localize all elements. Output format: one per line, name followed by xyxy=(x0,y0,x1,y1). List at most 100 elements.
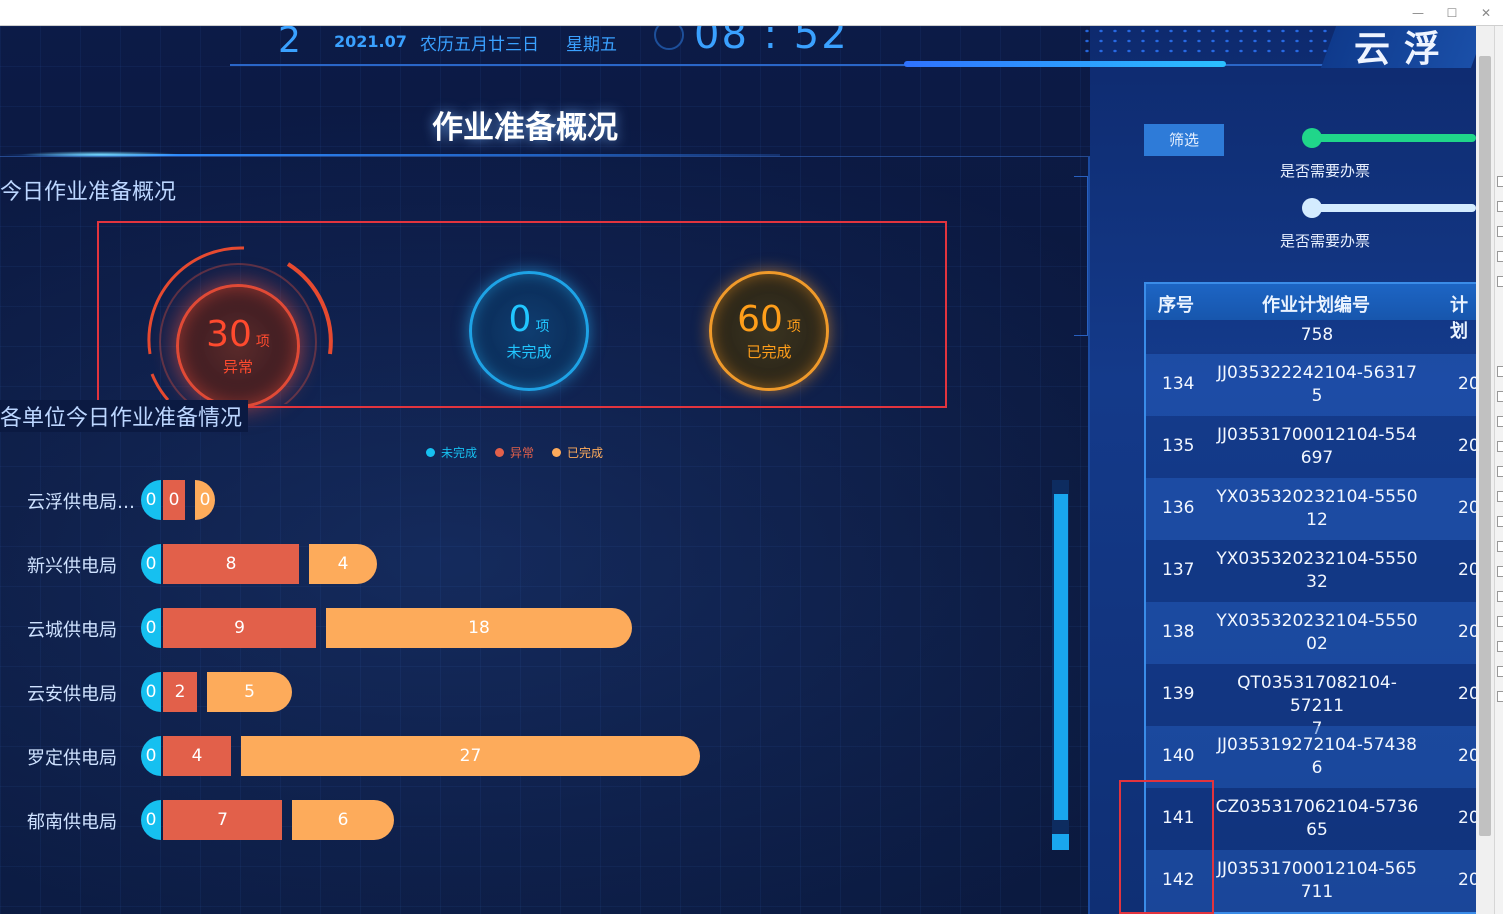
checkbox-icon[interactable] xyxy=(1497,226,1503,237)
table-cell-code: YX035320232104-5550 02 xyxy=(1212,610,1422,656)
checkbox-icon[interactable] xyxy=(1497,251,1503,262)
header-day-number: 2 xyxy=(278,26,301,61)
table-cell-code-line2: 711 xyxy=(1300,882,1334,902)
page-scrollbar-thumb[interactable] xyxy=(1479,56,1491,836)
stat-abnormal-value: 30 xyxy=(206,313,252,355)
bar-segment-completed[interactable]: 5 xyxy=(207,672,292,712)
legend-item[interactable]: 已完成 xyxy=(552,444,603,461)
bar-segment-completed[interactable]: 6 xyxy=(292,800,394,840)
toggle-track-1[interactable] xyxy=(1310,134,1476,142)
table-cell-code: YX035320232104-5550 32 xyxy=(1212,548,1422,594)
table-cell-code: JJ035322242104-56317 5 xyxy=(1212,362,1422,408)
table-row[interactable]: 139QT035317082104-57211720 xyxy=(1146,664,1476,739)
header-dot-pattern xyxy=(1080,26,1330,54)
dashboard-stage: 2 2021.07 农历五月廿三日 星期五 08 : 52 云浮 作业准备概况 … xyxy=(0,26,1476,914)
bar-segment-completed[interactable]: 18 xyxy=(326,608,632,648)
toggle-knob-2[interactable] xyxy=(1302,198,1322,218)
table-row[interactable]: 135 JJ03531700012104-554 697 20 xyxy=(1146,416,1476,478)
bar-segment-incomplete[interactable]: 0 xyxy=(141,672,161,712)
checkbox-icon[interactable] xyxy=(1497,691,1503,702)
table-cell-plan: 20 xyxy=(1458,374,1476,394)
checkbox-icon[interactable] xyxy=(1497,276,1503,287)
page-scrollbar[interactable] xyxy=(1476,26,1494,914)
table-cell-code-line2: 02 xyxy=(1306,634,1328,654)
checkbox-icon[interactable] xyxy=(1497,591,1503,602)
stat-abnormal: 30 项 异常 xyxy=(176,284,300,408)
legend-item[interactable]: 异常 xyxy=(495,444,534,461)
table-cell-code-line1: JJ03531700012104-554 xyxy=(1216,425,1418,445)
bar-segment-incomplete[interactable]: 0 xyxy=(141,608,161,648)
bar-segment-completed[interactable]: 0 xyxy=(195,480,215,520)
checkbox-icon[interactable] xyxy=(1497,391,1503,402)
table-cell-plan: 20 xyxy=(1458,560,1476,580)
chart-scroll-end[interactable] xyxy=(1052,834,1069,850)
checkbox-icon[interactable] xyxy=(1497,366,1503,377)
table-cell-code-line2: 12 xyxy=(1306,510,1328,530)
toggle-track-2[interactable] xyxy=(1310,204,1476,212)
legend-dot-incomplete xyxy=(426,448,435,457)
header-brand: 云浮 xyxy=(1354,29,1455,70)
bar-segment-completed[interactable]: 27 xyxy=(241,736,700,776)
table-header-plan[interactable]: 计划 xyxy=(1450,291,1476,343)
table-row[interactable]: 136 YX035320232104-5550 12 20 xyxy=(1146,478,1476,540)
row-highlight-box xyxy=(1119,780,1214,914)
stat-completed-label: 已完成 xyxy=(746,342,792,361)
legend-label: 未完成 xyxy=(441,446,478,460)
table-row[interactable]: 140 JJ035319272104-57438 6 20 xyxy=(1146,726,1476,788)
checkbox-icon[interactable] xyxy=(1497,201,1503,212)
table-header-code[interactable]: 作业计划编号 xyxy=(1262,291,1370,317)
bar-segment-incomplete[interactable]: 0 xyxy=(141,736,161,776)
bar-segment-completed[interactable]: 4 xyxy=(309,544,377,584)
chart-legend: 未完成 异常 已完成 xyxy=(426,444,603,461)
table-row[interactable]: 134 JJ035322242104-56317 5 20 xyxy=(1146,354,1476,416)
bar-segment-incomplete[interactable]: 0 xyxy=(141,800,161,840)
table-cell-plan: 20 xyxy=(1458,436,1476,456)
checkbox-icon[interactable] xyxy=(1497,541,1503,552)
close-icon[interactable]: ✕ xyxy=(1476,4,1496,22)
table-cell-plan: 20 xyxy=(1458,684,1476,704)
units-title: 各单位今日作业准备情况 xyxy=(0,400,249,432)
checkbox-icon[interactable] xyxy=(1497,466,1503,477)
legend-label: 已完成 xyxy=(567,446,604,460)
bar-segment-incomplete[interactable]: 0 xyxy=(141,544,161,584)
minimize-icon[interactable]: — xyxy=(1408,4,1428,22)
bar-segment-abnormal[interactable]: 0 xyxy=(163,480,185,520)
checkbox-icon[interactable] xyxy=(1497,666,1503,677)
bar-segment-abnormal[interactable]: 9 xyxy=(163,608,316,648)
table-cell-code: JJ03531700012104-565 711 xyxy=(1212,858,1422,904)
table-header-index[interactable]: 序号 xyxy=(1158,291,1194,317)
header-glow-bar xyxy=(904,61,1226,67)
stat-completed-value: 60 xyxy=(737,298,783,340)
checkbox-icon[interactable] xyxy=(1497,441,1503,452)
checkbox-icon[interactable] xyxy=(1497,491,1503,502)
side-strip xyxy=(1494,26,1503,914)
table-row[interactable]: 138 YX035320232104-5550 02 20 xyxy=(1146,602,1476,664)
filter-button[interactable]: 筛选 xyxy=(1144,124,1224,156)
table-cell-code: JJ035319272104-57438 6 xyxy=(1212,734,1422,780)
bar-row: 云安供电局 0 2 5 xyxy=(0,672,1040,712)
stat-abnormal-unit: 项 xyxy=(255,333,270,350)
section-title: 作业准备概况 xyxy=(432,110,618,146)
chart-scroll-thumb[interactable] xyxy=(1054,494,1068,820)
stat-incomplete-value: 0 xyxy=(508,298,532,340)
toggle-knob-1[interactable] xyxy=(1302,128,1322,148)
bar-segment-abnormal[interactable]: 8 xyxy=(163,544,299,584)
bar-segment-incomplete[interactable]: 0 xyxy=(141,480,161,520)
checkbox-icon[interactable] xyxy=(1497,641,1503,652)
bar-category-label: 云安供电局 xyxy=(27,684,117,705)
checkbox-icon[interactable] xyxy=(1497,176,1503,187)
checkbox-icon[interactable] xyxy=(1497,566,1503,577)
bar-segment-abnormal[interactable]: 4 xyxy=(163,736,231,776)
table-row[interactable]: 137 YX035320232104-5550 32 20 xyxy=(1146,540,1476,602)
legend-item[interactable]: 未完成 xyxy=(426,444,477,461)
checkbox-icon[interactable] xyxy=(1497,416,1503,427)
checkbox-icon[interactable] xyxy=(1497,616,1503,627)
bar-row: 罗定供电局 0 4 27 xyxy=(0,736,1040,776)
checkbox-icon[interactable] xyxy=(1497,516,1503,527)
legend-dot-abnormal xyxy=(495,448,505,457)
maximize-icon[interactable]: ☐ xyxy=(1442,4,1462,22)
bar-segment-abnormal[interactable]: 7 xyxy=(163,800,282,840)
bar-category-label: 云浮供电局… xyxy=(27,492,135,513)
bar-segment-abnormal[interactable]: 2 xyxy=(163,672,197,712)
table-cell-code-line1: CZ035317062104-5736 xyxy=(1215,797,1419,817)
